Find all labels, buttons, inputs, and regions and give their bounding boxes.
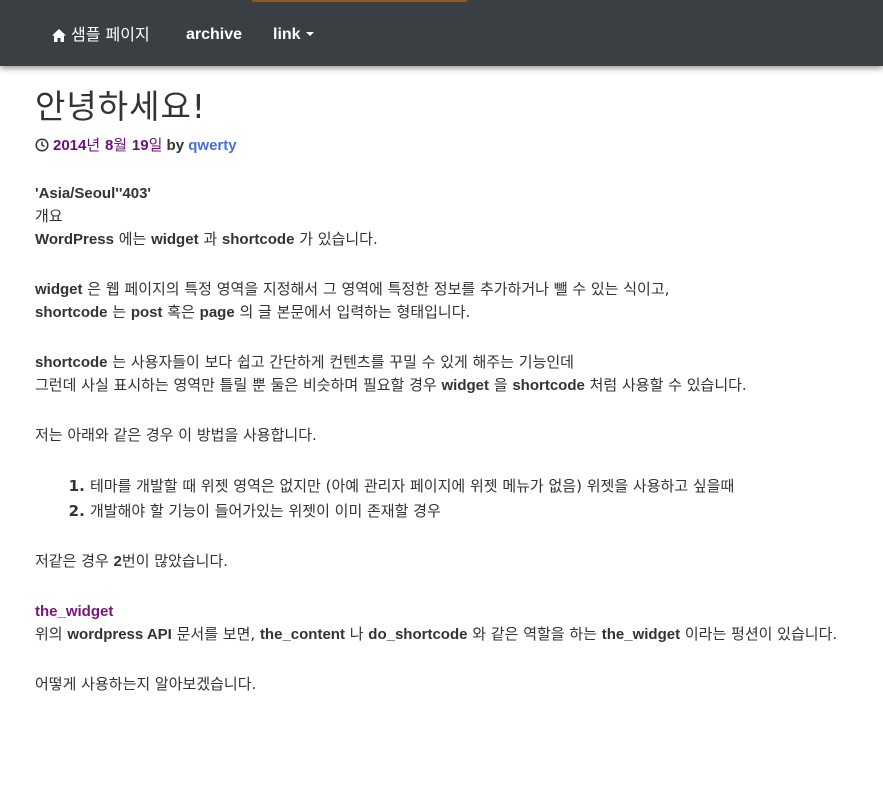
paragraph-6: 저는 아래와 같은 경우 이 방법을 사용합니다. [35, 426, 317, 444]
list-item: 개발해야 할 기능이 들어가있는 위젯이 이미 존재할 경우 [90, 499, 865, 524]
paragraph-4: shortcode 는 사용자들이 보다 쉽고 간단하게 컨텐츠를 꾸밀 수 있… [35, 353, 574, 371]
date-year-unit: 년 [86, 136, 105, 154]
timezone-text: 'Asia/Seoul''403' [35, 185, 151, 202]
top-navbar: 샘플 페이지 archive link [0, 0, 883, 66]
byline-by: by [166, 137, 185, 154]
post-date[interactable]: 2014년 8월 19일 [53, 136, 163, 154]
paragraph-9: 어떻게 사용하는지 알아보겠습니다. [35, 675, 257, 693]
date-month-unit: 월 [113, 136, 132, 154]
post-author-link[interactable]: qwerty [188, 137, 236, 154]
post-article: 안녕하세요! 2014년 8월 19일 by qwerty 'Asia/Seou… [35, 84, 865, 723]
date-day: 19 [131, 137, 149, 154]
post-body: 'Asia/Seoul''403' 개요 WordPress 에는 widget… [35, 182, 865, 696]
paragraph-3: shortcode 는 post 혹은 page 의 글 본문에서 입력하는 형… [35, 303, 471, 321]
overview-text: 개요 [35, 207, 63, 225]
date-day-unit: 일 [148, 136, 163, 154]
nav-home-label: 샘플 페이지 [71, 25, 150, 44]
paragraph-7: 저같은 경우 2번이 많았습니다. [35, 552, 229, 570]
nav-link-dropdown[interactable]: link [273, 0, 314, 66]
post-title: 안녕하세요! [35, 87, 207, 126]
paragraph-2: widget 은 웹 페이지의 특정 영역을 지정해서 그 영역에 특정한 정보… [35, 280, 670, 298]
section-heading: the_widget [35, 603, 114, 620]
clock-icon [35, 137, 49, 159]
list-item: 테마를 개발할 때 위젯 영역은 없지만 (아예 관리자 페이지에 위젯 메뉴가… [90, 474, 865, 499]
nav-archive-link[interactable]: archive [186, 0, 242, 66]
paragraph-1: WordPress 에는 widget 과 shortcode 가 있습니다. [35, 230, 378, 248]
home-icon [52, 2, 66, 72]
nav-home-link[interactable]: 샘플 페이지 [52, 0, 150, 66]
post-meta: 2014년 8월 19일 by qwerty [35, 134, 865, 156]
paragraph-5: 그런데 사실 표시하는 영역만 틀릴 뿐 둘은 비슷하며 필요할 경우 widg… [35, 376, 747, 394]
date-year: 2014 [53, 137, 87, 154]
nav-link-label: link [273, 26, 301, 43]
usage-list: 테마를 개발할 때 위젯 영역은 없지만 (아예 관리자 페이지에 위젯 메뉴가… [35, 474, 865, 524]
caret-down-icon [305, 32, 314, 36]
paragraph-8: 위의 wordpress API 문서를 보면, the_content 나 d… [35, 625, 838, 643]
